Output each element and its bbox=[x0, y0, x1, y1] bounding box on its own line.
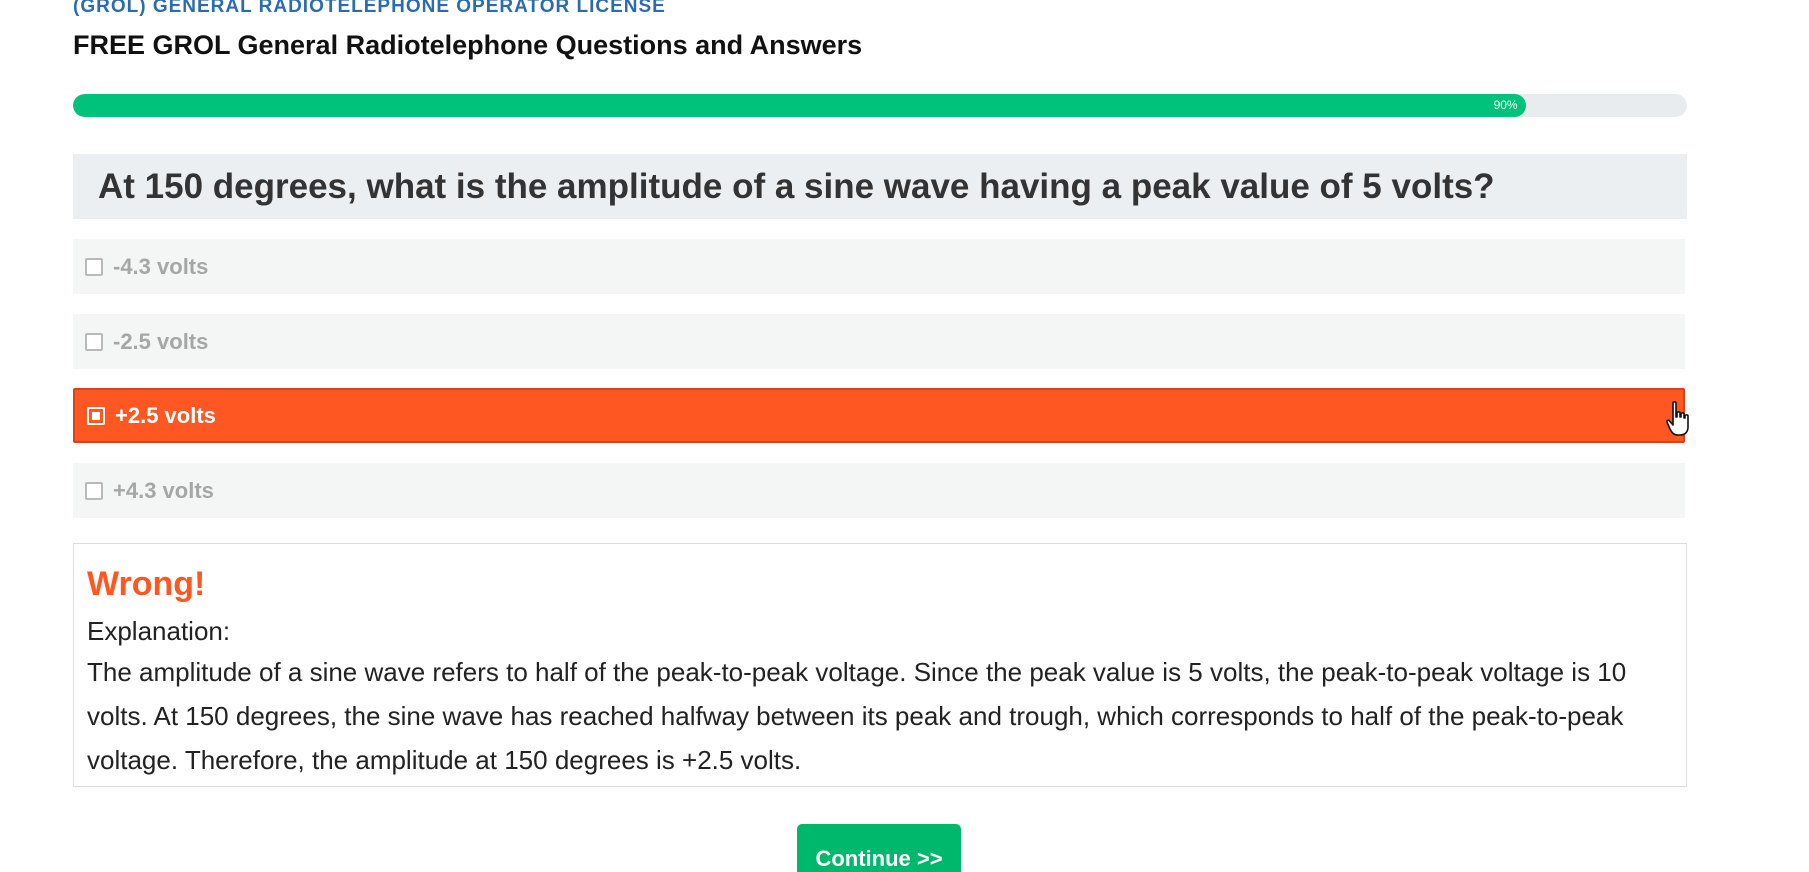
result-verdict: Wrong! bbox=[87, 565, 206, 603]
answer-label: -4.3 volts bbox=[113, 253, 209, 279]
progress-bar: 90% bbox=[73, 94, 1687, 117]
progress-fill: 90% bbox=[73, 94, 1526, 117]
checkbox-icon[interactable] bbox=[85, 257, 103, 276]
progress-percent: 90% bbox=[1493, 98, 1518, 112]
explanation-text: The amplitude of a sine wave refers to h… bbox=[87, 657, 1627, 775]
answer-option-2[interactable]: -2.5 volts bbox=[73, 314, 1685, 369]
question-text: At 150 degrees, what is the amplitude of… bbox=[73, 154, 1687, 219]
hand-pointer-icon bbox=[1666, 401, 1689, 436]
answer-label: +4.3 volts bbox=[113, 477, 214, 503]
checkbox-icon[interactable] bbox=[87, 406, 105, 425]
continue-button[interactable]: Continue >> bbox=[797, 824, 961, 872]
checkbox-icon[interactable] bbox=[85, 481, 103, 500]
answer-option-1[interactable]: -4.3 volts bbox=[73, 239, 1685, 294]
answer-option-3[interactable]: +2.5 volts bbox=[73, 388, 1685, 443]
checkbox-icon[interactable] bbox=[85, 332, 103, 351]
answer-label: +2.5 volts bbox=[115, 402, 216, 428]
page-title: FREE GROL General Radiotelephone Questio… bbox=[73, 30, 863, 60]
explanation-label: Explanation: bbox=[87, 616, 231, 646]
quiz-page: (GROL) GENERAL RADIOTELEPHONE OPERATOR L… bbox=[0, 0, 1809, 872]
category-label: (GROL) GENERAL RADIOTELEPHONE OPERATOR L… bbox=[73, 0, 666, 17]
explanation-box: Wrong! Explanation: The amplitude of a s… bbox=[73, 543, 1687, 787]
answer-label: -2.5 volts bbox=[113, 328, 209, 354]
answer-option-4[interactable]: +4.3 volts bbox=[73, 463, 1685, 518]
